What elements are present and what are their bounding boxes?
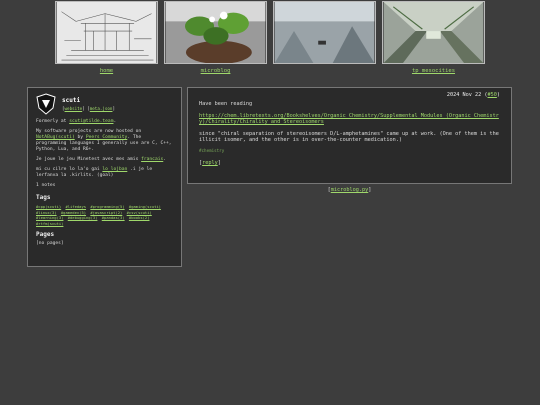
peers-link[interactable]: Peers Community	[86, 135, 128, 140]
tag-link[interactable]: #debugging(3)	[68, 215, 98, 220]
post-date: 2024 Nov 22	[446, 92, 482, 98]
tag-list: #cpp(scuti) #lifedays #programming(5) #g…	[36, 204, 173, 226]
post-card: 2024 Nov 22 (#50) Have been reading http…	[187, 87, 512, 184]
tag-link[interactable]: #gamedev(5)	[61, 210, 86, 215]
formerly-text: Formerly at scuti@tilde.team.	[36, 119, 117, 124]
reply-link[interactable]: reply	[202, 160, 218, 166]
post-hashtag[interactable]: #chemistry	[199, 148, 500, 154]
temple-sketch-image	[56, 2, 157, 63]
post-id-link[interactable]: #50	[488, 92, 497, 98]
tag-link[interactable]: #gaming(scuti)	[129, 204, 161, 209]
pages-empty: [no pages]	[36, 241, 64, 246]
tags-heading: Tags	[36, 194, 51, 201]
profile-links: [website] [meta.json]	[62, 106, 115, 111]
notabug-link[interactable]: NotABug(scuti)	[36, 135, 75, 140]
post-body-intro: Have been reading	[199, 101, 253, 108]
tag-link[interactable]: #cpp(scuti)	[36, 204, 61, 209]
tag-link[interactable]: #rtfm(scuti)	[36, 221, 63, 226]
nav-label-mesocities[interactable]: tp mesocities	[382, 68, 485, 74]
tag-link[interactable]: #learning(3)	[36, 215, 63, 220]
microblog-py-link[interactable]: microblog.py	[331, 187, 368, 193]
tilde-link[interactable]: scuti@tilde.team	[69, 119, 113, 124]
notes-count: 1 notes	[36, 183, 56, 188]
post-body-text: since "chiral separation of stereoisomer…	[199, 130, 499, 144]
strawberry-plant-image	[165, 2, 266, 63]
post-link-paragraph: https://chem.libretexts.org/Bookshelves/…	[199, 113, 500, 126]
tag-link[interactable]: #pandas(3)	[102, 215, 125, 220]
nav-tile-microblog[interactable]	[164, 1, 267, 64]
reply-control: [reply]	[199, 159, 221, 166]
pages-heading: Pages	[36, 231, 55, 238]
train-interior-image	[383, 2, 484, 63]
post-header: 2024 Nov 22 (#50)	[446, 92, 500, 98]
nav-tile-game[interactable]	[273, 1, 376, 64]
profile-header: scuti [website] [meta.json]	[36, 93, 173, 115]
nav-tile-home[interactable]	[55, 1, 158, 64]
nav-tile-mesocities[interactable]	[382, 1, 485, 64]
nav-label-microblog[interactable]: microblog	[164, 68, 267, 74]
tag-link[interactable]: #linux(3)	[36, 210, 57, 215]
website-link[interactable]: website	[65, 106, 83, 111]
tag-link[interactable]: #csv(scuti)	[127, 210, 152, 215]
tag-link[interactable]: #books(2)	[129, 215, 150, 220]
meta-json-link[interactable]: meta.json	[90, 106, 113, 111]
footer: [microblog.py]	[327, 187, 372, 193]
lojban-text: mi cu cilre lo la'o gai lo lojban .i je …	[36, 167, 153, 178]
game-screenshot-image	[274, 2, 375, 63]
french-text: Je joue le jeu Minetest avec mes amis fr…	[36, 157, 167, 162]
tag-link[interactable]: #lifedays	[65, 204, 86, 209]
avatar	[36, 93, 56, 115]
projects-text: My software projects are now hosted on N…	[36, 129, 172, 152]
nav-label-home[interactable]: home	[55, 68, 158, 74]
libretexts-link[interactable]: https://chem.libretexts.org/Bookshelves/…	[199, 113, 499, 125]
lojban-link[interactable]: lo lojban	[102, 167, 127, 172]
profile-sidebar: scuti [website] [meta.json] Formerly at …	[27, 87, 182, 267]
top-nav: home microblog tp mesocities	[54, 0, 486, 76]
profile-name: scuti	[62, 97, 81, 104]
tag-link[interactable]: #javascript(2)	[90, 210, 122, 215]
tag-link[interactable]: #programming(5)	[90, 204, 124, 209]
francais-link[interactable]: francais	[141, 157, 163, 162]
